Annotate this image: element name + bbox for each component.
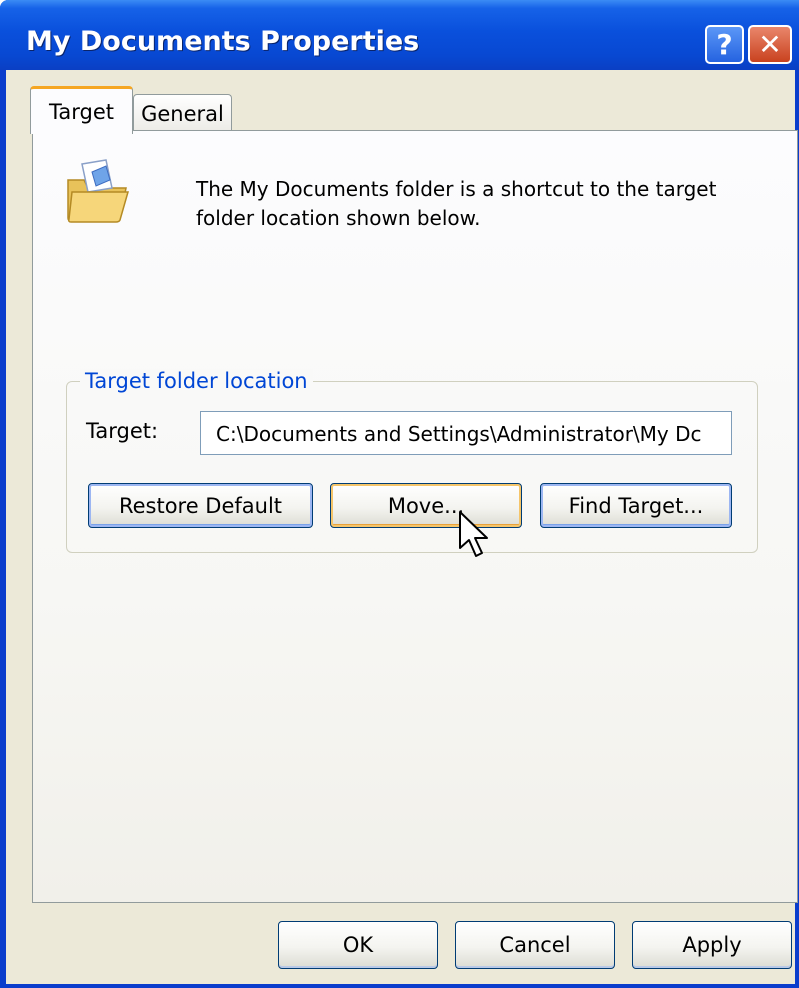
cancel-label: Cancel [499, 933, 571, 957]
my-documents-folder-icon [67, 159, 129, 223]
target-label: Target: [86, 419, 159, 443]
title-bar[interactable]: My Documents Properties ? ✕ [0, 0, 799, 70]
ok-button[interactable]: OK [278, 921, 438, 969]
target-path-field[interactable]: C:\Documents and Settings\Administrator\… [200, 411, 732, 455]
find-target-label: Find Target... [568, 493, 704, 518]
description-text: The My Documents folder is a shortcut to… [196, 177, 717, 230]
cancel-button[interactable]: Cancel [455, 921, 615, 969]
tab-target[interactable]: Target [30, 86, 133, 134]
tab-target-label: Target [49, 99, 114, 124]
group-legend: Target folder location [80, 369, 313, 393]
find-target-button[interactable]: Find Target... [540, 483, 732, 528]
restore-default-button[interactable]: Restore Default [88, 483, 313, 528]
help-button[interactable]: ? [705, 25, 744, 64]
help-icon: ? [716, 28, 733, 61]
move-button[interactable]: Move... [330, 483, 522, 528]
restore-default-label: Restore Default [118, 493, 283, 518]
window-title: My Documents Properties [26, 26, 420, 57]
tab-general[interactable]: General [133, 94, 232, 132]
apply-button[interactable]: Apply [632, 921, 792, 969]
close-icon: ✕ [758, 28, 782, 61]
apply-label: Apply [682, 933, 742, 957]
ok-label: OK [342, 933, 374, 957]
tab-general-label: General [141, 101, 224, 126]
close-button[interactable]: ✕ [748, 25, 792, 64]
move-label: Move... [387, 493, 465, 518]
mouse-pointer-icon [459, 511, 488, 557]
